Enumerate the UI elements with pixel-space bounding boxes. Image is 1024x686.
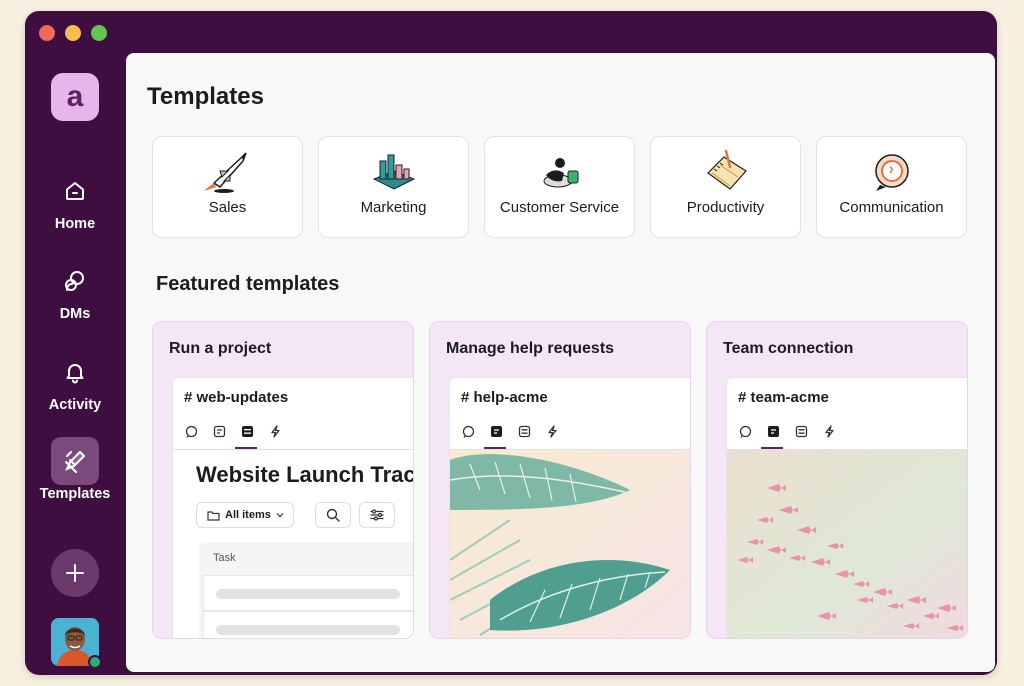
minimize-window-button[interactable] [65, 25, 81, 41]
canvas-tab-icon [489, 424, 503, 438]
filter-settings-button[interactable] [359, 502, 395, 528]
featured-card-title: Run a project [169, 340, 272, 357]
sidebar-item-dms[interactable]: DMs [25, 257, 125, 322]
leaves-artwork [450, 450, 690, 638]
fish-artwork [727, 450, 967, 638]
speech-bubble-illustration [866, 149, 918, 195]
column-header: Task [213, 552, 236, 564]
channel-preview: # help-acme [449, 377, 690, 638]
sidebar: a Home DMs Activity Templates [25, 63, 125, 675]
sliders-icon [370, 509, 384, 521]
add-button[interactable] [51, 549, 99, 597]
search-button[interactable] [315, 502, 351, 528]
placeholder-bar [216, 625, 400, 635]
sidebar-item-label: Home [54, 216, 96, 232]
table-row[interactable] [203, 575, 413, 611]
featured-card-manage-help-requests[interactable]: Manage help requests # help-acme [429, 321, 691, 639]
presence-indicator [88, 655, 102, 669]
sidebar-item-activity[interactable]: Activity [25, 348, 125, 413]
category-card-customer-service[interactable]: Customer Service [484, 136, 635, 238]
workflow-tab-icon [822, 424, 836, 438]
list-tab-icon [794, 424, 808, 438]
notebook-illustration [700, 149, 752, 195]
messages-tab-icon [738, 424, 752, 438]
search-icon [326, 508, 340, 522]
home-icon [51, 167, 99, 215]
category-card-productivity[interactable]: Productivity [650, 136, 801, 238]
channel-tabs [738, 424, 836, 438]
featured-card-title: Manage help requests [446, 340, 615, 357]
workspace-logo[interactable]: a [51, 73, 99, 121]
channel-name: # web-updates [184, 389, 289, 406]
category-card-sales[interactable]: Sales [152, 136, 303, 238]
featured-card-team-connection[interactable]: Team connection # team-acme [706, 321, 968, 639]
filter-label: All items [225, 509, 271, 521]
support-illustration [534, 149, 586, 195]
channel-tabs [184, 424, 282, 438]
chevron-down-icon [276, 513, 284, 518]
canvas-title: Website Launch Tracker [196, 462, 413, 487]
canvas-tab-icon [212, 424, 226, 438]
messages-tab-icon [461, 424, 475, 438]
category-label: Customer Service [499, 199, 620, 216]
dms-icon [51, 257, 99, 305]
bell-icon [51, 348, 99, 396]
close-window-button[interactable] [39, 25, 55, 41]
maximize-window-button[interactable] [91, 25, 107, 41]
list-tab-icon [240, 424, 254, 438]
placeholder-bar [216, 589, 400, 599]
category-label: Productivity [686, 199, 765, 216]
rocket-illustration [202, 149, 254, 195]
templates-icon [51, 437, 99, 485]
featured-card-run-a-project[interactable]: Run a project # web-updates Website Laun… [152, 321, 414, 639]
app-window: a Home DMs Activity Templates Templates … [25, 11, 997, 675]
table-row[interactable] [203, 611, 413, 638]
chart-illustration [368, 149, 420, 195]
workflow-tab-icon [268, 424, 282, 438]
list-tab-icon [517, 424, 531, 438]
category-label: Communication [839, 199, 944, 216]
divider [173, 449, 413, 450]
sidebar-item-home[interactable]: Home [25, 167, 125, 232]
channel-preview: # team-acme [726, 377, 967, 638]
filter-dropdown[interactable]: All items [196, 502, 294, 528]
workflow-tab-icon [545, 424, 559, 438]
plus-icon [66, 564, 84, 582]
featured-card-title: Team connection [723, 340, 854, 357]
channel-preview: # web-updates Website Launch Tracker All… [172, 377, 413, 638]
category-card-communication[interactable]: Communication [816, 136, 967, 238]
page-title: Templates [147, 83, 264, 110]
channel-tabs [461, 424, 559, 438]
sidebar-item-label: Activity [48, 397, 102, 413]
channel-name: # help-acme [461, 389, 548, 406]
category-card-marketing[interactable]: Marketing [318, 136, 469, 238]
canvas-tab-icon [766, 424, 780, 438]
main-panel: Templates Sales Marketing Customer Servi… [126, 53, 995, 672]
category-label: Marketing [360, 199, 427, 216]
featured-section-title: Featured templates [156, 273, 340, 295]
folder-icon [207, 510, 220, 521]
sidebar-item-templates[interactable]: Templates [25, 437, 125, 502]
window-controls [39, 25, 107, 41]
category-label: Sales [208, 199, 247, 216]
task-table: Task [199, 542, 413, 638]
messages-tab-icon [184, 424, 198, 438]
sidebar-item-label: DMs [59, 306, 91, 322]
sidebar-item-label: Templates [39, 486, 111, 502]
channel-name: # team-acme [738, 389, 829, 406]
